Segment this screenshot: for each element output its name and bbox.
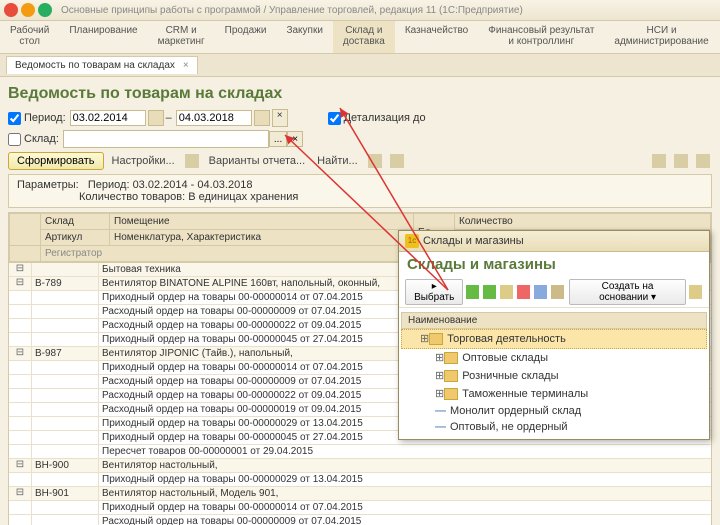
tree-item[interactable]: —Монолит ордерный склад: [401, 403, 707, 419]
sklad-clear-button[interactable]: ×: [287, 131, 303, 147]
toolbar-icon[interactable]: [390, 154, 404, 168]
sklad-picker-window[interactable]: 1c Склады и магазины Склады и магазины ▸…: [398, 230, 710, 440]
dash: –: [166, 112, 172, 124]
hdr-pom: Помещение: [110, 214, 414, 230]
hdr-sklad: Склад: [41, 214, 110, 230]
grid-row[interactable]: Приходный ордер на товары 00-00000029 от…: [9, 473, 711, 487]
param-qty: Количество товаров: В единицах хранения: [79, 191, 298, 203]
nav-item[interactable]: Склад идоставка: [333, 21, 395, 53]
nav-item[interactable]: Рабочийстол: [0, 21, 59, 53]
grid-row[interactable]: Расходный ордер на товары 00-00000009 от…: [9, 515, 711, 525]
toolbar-icon[interactable]: [368, 154, 382, 168]
tree-folder[interactable]: ⊞ Оптовые склады: [401, 349, 707, 367]
app-icon: 1c: [405, 234, 419, 248]
tab-bar: Ведомость по товарам на складах ×: [0, 54, 720, 77]
save-icon[interactable]: [674, 154, 688, 168]
nav-item[interactable]: Планирование: [59, 21, 147, 53]
params-box: Параметры: Период: 03.02.2014 - 04.03.20…: [8, 174, 712, 208]
mail-icon[interactable]: [696, 154, 710, 168]
form-button[interactable]: Сформировать: [8, 152, 104, 170]
grid-group-row[interactable]: ⊟BH-901Вентилятор настольный, Модель 901…: [9, 487, 711, 501]
grid-row[interactable]: Приходный ордер на товары 00-00000014 от…: [9, 501, 711, 515]
close-icon[interactable]: [4, 3, 18, 17]
select-button[interactable]: ▸ Выбрать: [405, 279, 463, 305]
sklad-lookup-button[interactable]: ...: [269, 131, 287, 147]
find-link[interactable]: Найти...: [313, 155, 362, 167]
grid-row[interactable]: Пересчет товаров 00-00000001 от 29.04.20…: [9, 445, 711, 459]
add-icon[interactable]: [466, 285, 479, 299]
clear-button[interactable]: ×: [272, 109, 288, 127]
list-header: Наименование: [401, 312, 707, 329]
nav-item[interactable]: Продажи: [215, 21, 277, 53]
toolbar-icon[interactable]: [185, 154, 199, 168]
picker-list: Наименование ⊞ Торговая деятельность⊞ Оп…: [399, 308, 709, 439]
params-label: Параметры:: [17, 179, 79, 191]
tab-label: Ведомость по товарам на складах: [15, 60, 175, 71]
tree-folder[interactable]: ⊞ Розничные склады: [401, 367, 707, 385]
tree-item[interactable]: —Оптовый, не ордерный: [401, 419, 707, 435]
hdr-art: Артикул: [41, 230, 110, 246]
refresh-icon[interactable]: [551, 285, 564, 299]
detail-label: Детализация до: [344, 112, 426, 124]
calendar-icon[interactable]: [254, 110, 270, 126]
calendar-icon[interactable]: [148, 110, 164, 126]
nav-item[interactable]: Казначейство: [395, 21, 478, 53]
main-nav: РабочийстолПланированиеCRM имаркетингПро…: [0, 21, 720, 54]
nav-item[interactable]: Закупки: [276, 21, 332, 53]
date-to-input[interactable]: [176, 110, 252, 126]
nav-item[interactable]: Финансовый результати контроллинг: [478, 21, 604, 53]
hdr-reg: Регистратор: [41, 246, 414, 262]
sklad-row: Склад: ... ×: [8, 130, 712, 148]
titlebar: Основные принципы работы с программой / …: [0, 0, 720, 21]
find-icon[interactable]: [534, 285, 547, 299]
report-toolbar: Сформировать Настройки... Варианты отчет…: [8, 152, 712, 170]
more-icon[interactable]: [689, 285, 702, 299]
picker-toolbar: ▸ Выбрать Создать на основании ▾: [399, 277, 709, 308]
settings-link[interactable]: Настройки...: [108, 155, 179, 167]
window-title: Основные принципы работы с программой / …: [61, 5, 523, 16]
period-row: Период: – × Детализация до: [8, 109, 712, 127]
add-folder-icon[interactable]: [483, 285, 496, 299]
maximize-icon[interactable]: [38, 3, 52, 17]
grid-group-row[interactable]: ⊟BH-900Вентилятор настольный,: [9, 459, 711, 473]
nav-item[interactable]: НСИ иадминистрирование: [604, 21, 718, 53]
sklad-label: Склад:: [24, 133, 59, 145]
tab-report[interactable]: Ведомость по товарам на складах ×: [6, 56, 198, 74]
variants-link[interactable]: Варианты отчета...: [205, 155, 310, 167]
nav-item[interactable]: CRM имаркетинг: [148, 21, 215, 53]
picker-titlebar[interactable]: 1c Склады и магазины: [399, 231, 709, 252]
date-from-input[interactable]: [70, 110, 146, 126]
param-period: Период: 03.02.2014 - 04.03.2018: [88, 179, 253, 191]
report-title: Ведомость по товарам на складах: [8, 85, 712, 103]
picker-title: Склады и магазины: [423, 235, 524, 247]
hdr-qty: Количество: [455, 214, 711, 230]
close-icon[interactable]: ×: [183, 60, 189, 71]
hdr-nom: Номенклатура, Характеристика: [110, 230, 414, 246]
minimize-icon[interactable]: [21, 3, 35, 17]
sklad-input[interactable]: [63, 130, 269, 148]
delete-icon[interactable]: [517, 285, 530, 299]
sklad-checkbox[interactable]: [8, 133, 21, 146]
print-icon[interactable]: [652, 154, 666, 168]
create-based-button[interactable]: Создать на основании ▾: [569, 279, 686, 305]
period-checkbox[interactable]: [8, 112, 21, 125]
picker-heading: Склады и магазины: [399, 252, 709, 277]
tree-folder[interactable]: ⊞ Таможенные терминалы: [401, 385, 707, 403]
detail-checkbox[interactable]: [328, 112, 341, 125]
period-label: Период:: [24, 112, 66, 124]
tree-folder[interactable]: ⊞ Торговая деятельность: [401, 329, 707, 349]
edit-icon[interactable]: [500, 285, 513, 299]
